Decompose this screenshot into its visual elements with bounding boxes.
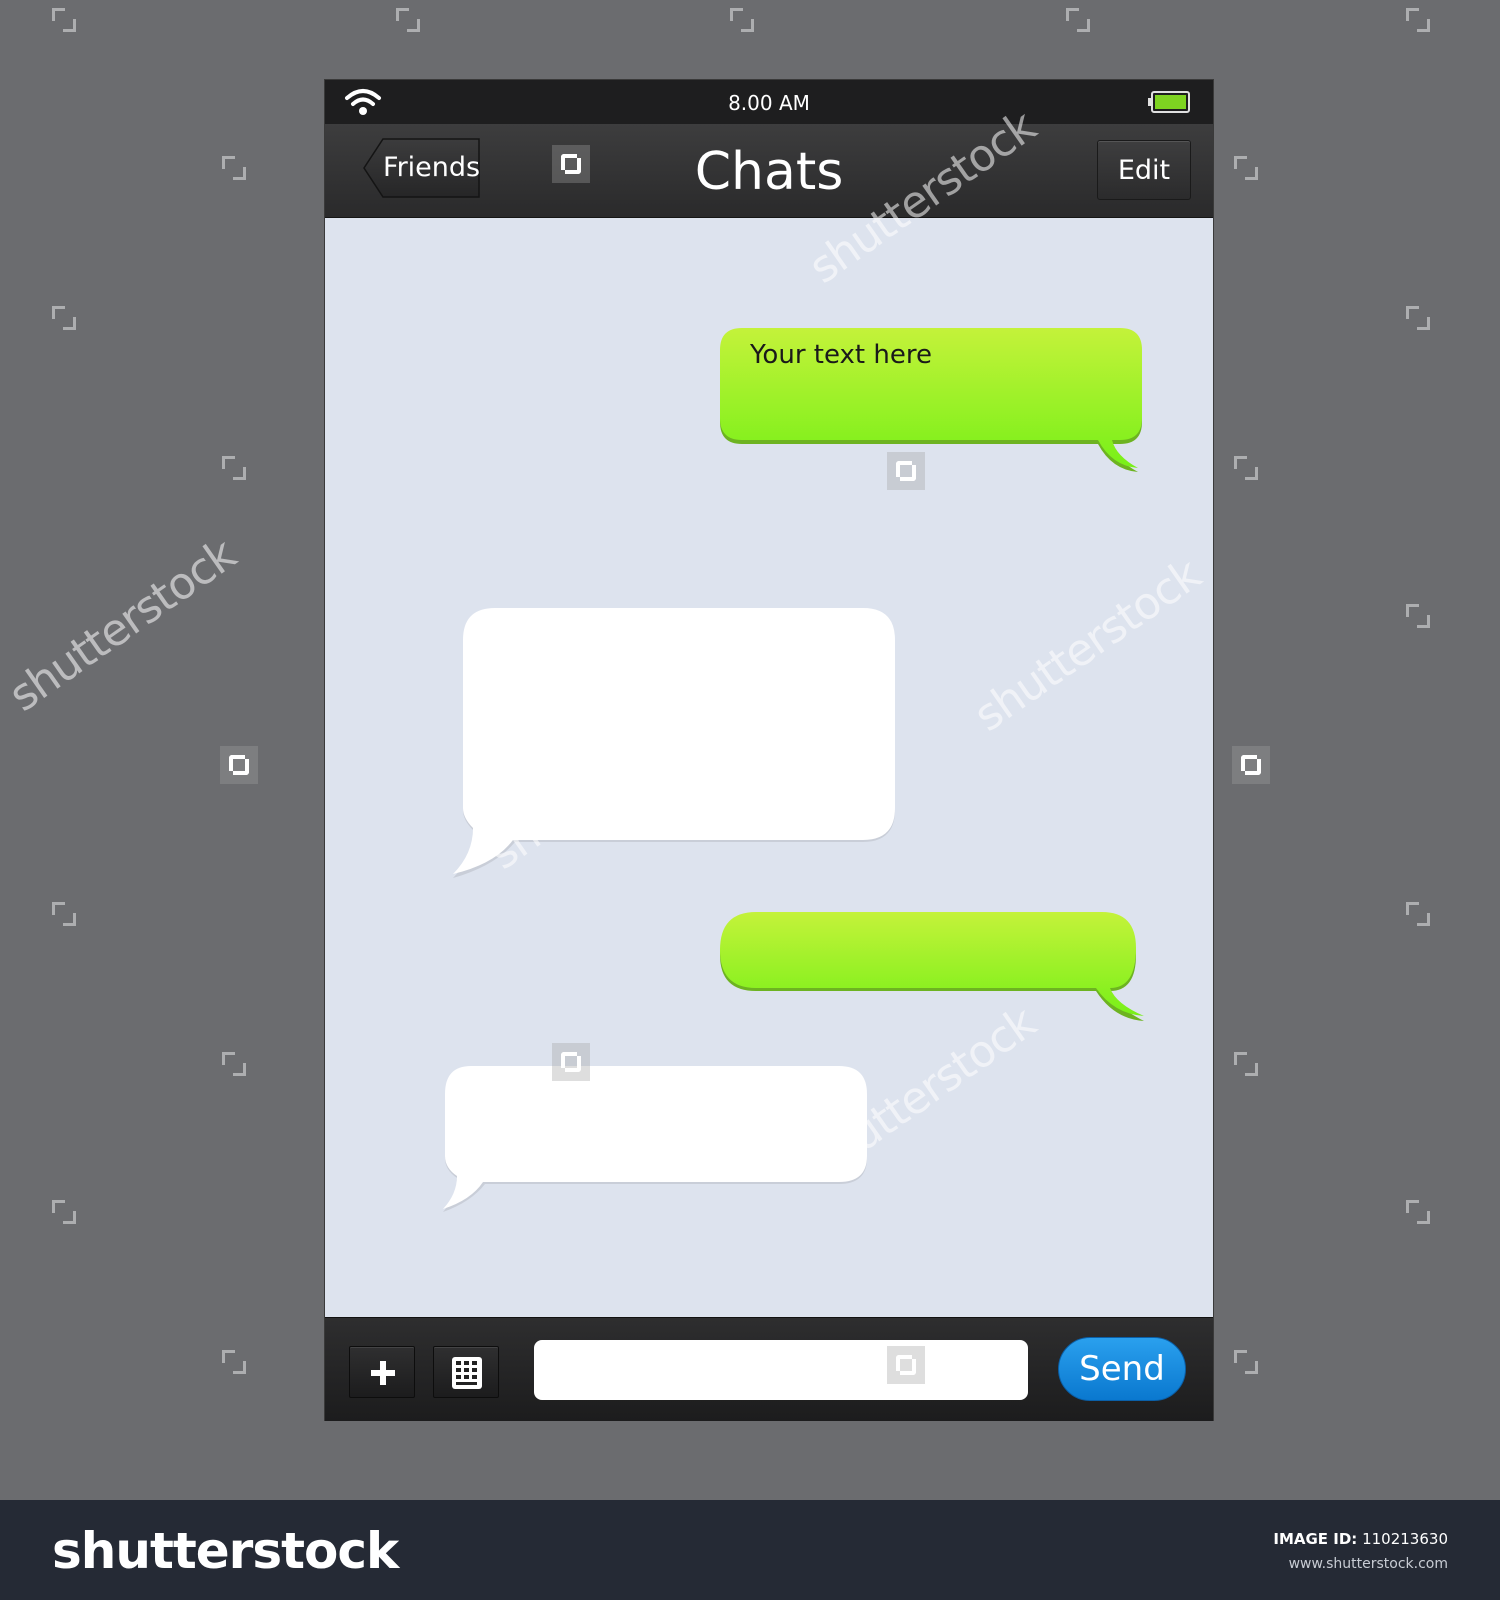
- incoming-message-bubble[interactable]: [443, 1066, 873, 1212]
- page-title: Chats: [694, 142, 844, 202]
- plus-icon: [371, 1361, 395, 1385]
- watermark-mark: [1234, 1052, 1258, 1076]
- stock-footer: shutterstock IMAGE ID: 110213630 www.shu…: [0, 1500, 1500, 1600]
- watermark-square: [1232, 746, 1270, 784]
- watermark-mark: [222, 156, 246, 180]
- watermark-mark: [1406, 604, 1430, 628]
- edit-button[interactable]: Edit: [1097, 140, 1191, 200]
- watermark-mark: [1406, 902, 1430, 926]
- watermark-mark: [52, 1200, 76, 1224]
- watermark-mark: [1406, 8, 1430, 32]
- status-time: 8.00 AM: [728, 91, 810, 115]
- watermark-square: [220, 746, 258, 784]
- watermark-text: shutterstock: [0, 529, 245, 722]
- keypad-icon: [452, 1357, 482, 1389]
- watermark-mark: [1066, 8, 1090, 32]
- image-id: IMAGE ID: 110213630: [1273, 1530, 1448, 1548]
- watermark-square: [887, 452, 925, 490]
- watermark-mark: [222, 1052, 246, 1076]
- battery-icon: [1148, 91, 1190, 113]
- status-bar: 8.00 AM: [325, 80, 1213, 125]
- message-input[interactable]: [534, 1340, 1028, 1400]
- watermark-mark: [52, 8, 76, 32]
- outgoing-message-bubble[interactable]: [720, 912, 1150, 1021]
- shutterstock-logo: shutterstock: [52, 1522, 399, 1580]
- watermark-mark: [52, 306, 76, 330]
- watermark-mark: [1406, 1200, 1430, 1224]
- send-button[interactable]: Send: [1058, 1337, 1186, 1401]
- watermark-square: [552, 1043, 590, 1081]
- watermark-mark: [1234, 456, 1258, 480]
- bubble-shape: [720, 912, 1144, 1021]
- watermark-square: [887, 1346, 925, 1384]
- input-bar: Send: [325, 1317, 1213, 1421]
- site-url: www.shutterstock.com: [1288, 1556, 1448, 1572]
- outgoing-message-bubble[interactable]: Your text here: [720, 328, 1150, 472]
- watermark-mark: [52, 902, 76, 926]
- image-id-value: 110213630: [1362, 1530, 1448, 1548]
- phone-screen: 8.00 AM Friends Chats Edit Your text her…: [325, 80, 1213, 1421]
- watermark-mark: [1234, 156, 1258, 180]
- watermark-mark: [396, 8, 420, 32]
- bubble-shape: [443, 1066, 867, 1212]
- watermark-mark: [222, 1350, 246, 1374]
- watermark-mark: [730, 8, 754, 32]
- watermark-mark: [222, 456, 246, 480]
- watermark-mark: [1234, 1350, 1258, 1374]
- image-id-label: IMAGE ID:: [1273, 1530, 1358, 1548]
- keypad-button[interactable]: [433, 1346, 499, 1398]
- message-text: Your text here: [750, 340, 932, 370]
- nav-bar: Friends Chats Edit: [325, 124, 1213, 218]
- add-attachment-button[interactable]: [349, 1346, 415, 1398]
- watermark-mark: [1406, 306, 1430, 330]
